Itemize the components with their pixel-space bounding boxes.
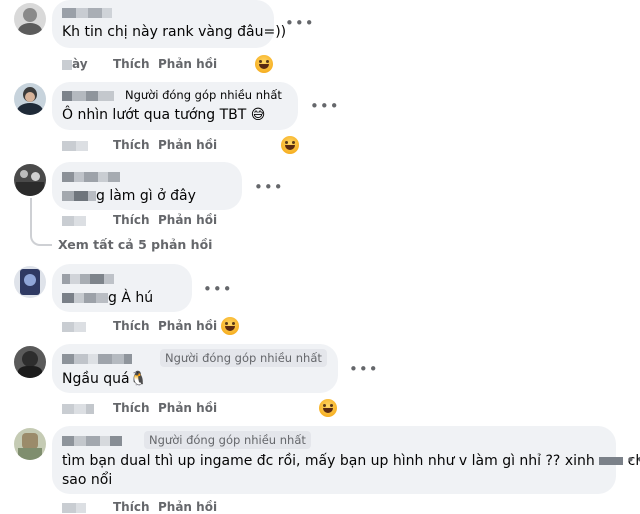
more-dots-icon[interactable]: ••• (349, 360, 379, 378)
commenter-name-redacted[interactable] (62, 89, 114, 102)
haha-reaction-icon[interactable] (281, 136, 299, 154)
commenter-name-redacted[interactable] (62, 6, 112, 19)
comment-text: Ô nhìn lướt qua tướng TBT 😅 (62, 107, 266, 123)
like-button[interactable]: Thích (113, 401, 150, 415)
comment-bubble: g À hú (52, 264, 192, 312)
comment-text: Ngầu quá🐧 (62, 371, 148, 387)
comment-text: Kh tin chị này rank vàng đâu=)) (62, 24, 287, 40)
top-contributor-badge: Người đóng góp nhiều nhất (160, 349, 327, 367)
commenter-name-redacted[interactable] (62, 434, 122, 447)
comment-meta: ày (62, 57, 88, 71)
like-button[interactable]: Thích (113, 319, 150, 333)
reply-button[interactable]: Phản hồi (158, 213, 217, 227)
comment-bubble: Người đóng góp nhiều nhất tìm bạn dual t… (52, 426, 640, 494)
comment-text-line2: sao nổi (62, 472, 113, 488)
avatar[interactable] (14, 346, 46, 378)
like-button[interactable]: Thích (113, 213, 150, 227)
comment-meta (62, 500, 86, 514)
more-dots-icon[interactable]: ••• (254, 178, 284, 196)
thread-connector (30, 198, 52, 246)
comment-bubble: Người đóng góp nhiều nhất Ô nhìn lướt qu… (52, 82, 298, 130)
like-button[interactable]: Thích (113, 500, 150, 514)
avatar[interactable] (14, 428, 46, 460)
more-dots-icon[interactable]: ••• (310, 97, 340, 115)
comment-bubble: Người đóng góp nhiều nhất Ngầu quá🐧 (52, 344, 338, 393)
top-contributor-badge: Người đóng góp nhiều nhất (125, 88, 282, 102)
commenter-name-redacted[interactable] (62, 352, 132, 365)
comment-meta (62, 401, 94, 415)
avatar[interactable] (14, 266, 46, 298)
redacted-word (599, 457, 624, 465)
comment-meta (62, 213, 86, 227)
commenter-name-redacted[interactable] (62, 170, 120, 183)
comment-text: g À hú (62, 290, 153, 306)
avatar[interactable] (14, 164, 46, 196)
reply-button[interactable]: Phản hồi (158, 401, 217, 415)
comment-bubble: g làm gì ở đây (52, 162, 242, 210)
timestamp[interactable]: ày (72, 57, 88, 71)
commenter-name-redacted[interactable] (62, 272, 114, 285)
comment-text: tìm bạn dual thì up ingame đc rồi, mấy b… (62, 453, 640, 469)
top-contributor-badge: Người đóng góp nhiều nhất (144, 431, 311, 449)
more-dots-icon[interactable]: ••• (626, 451, 640, 469)
haha-reaction-icon[interactable] (319, 399, 337, 417)
comment-text: g làm gì ở đây (62, 188, 196, 204)
avatar[interactable] (14, 83, 46, 115)
more-dots-icon[interactable]: ••• (203, 280, 233, 298)
like-button[interactable]: Thích (113, 138, 150, 152)
haha-reaction-icon[interactable] (255, 55, 273, 73)
comment-meta (62, 138, 88, 152)
more-dots-icon[interactable]: ••• (285, 14, 315, 32)
reply-button[interactable]: Phản hồi (158, 500, 217, 514)
haha-reaction-icon[interactable] (221, 317, 239, 335)
comment-meta (62, 319, 86, 333)
avatar[interactable] (14, 3, 46, 35)
reply-button[interactable]: Phản hồi (158, 138, 217, 152)
comment-bubble: Kh tin chị này rank vàng đâu=)) (52, 0, 286, 48)
reply-button[interactable]: Phản hồi (158, 319, 217, 333)
like-button[interactable]: Thích (113, 57, 150, 71)
reply-button[interactable]: Phản hồi (158, 57, 217, 71)
view-all-replies-link[interactable]: Xem tất cả 5 phản hồi (58, 237, 212, 252)
